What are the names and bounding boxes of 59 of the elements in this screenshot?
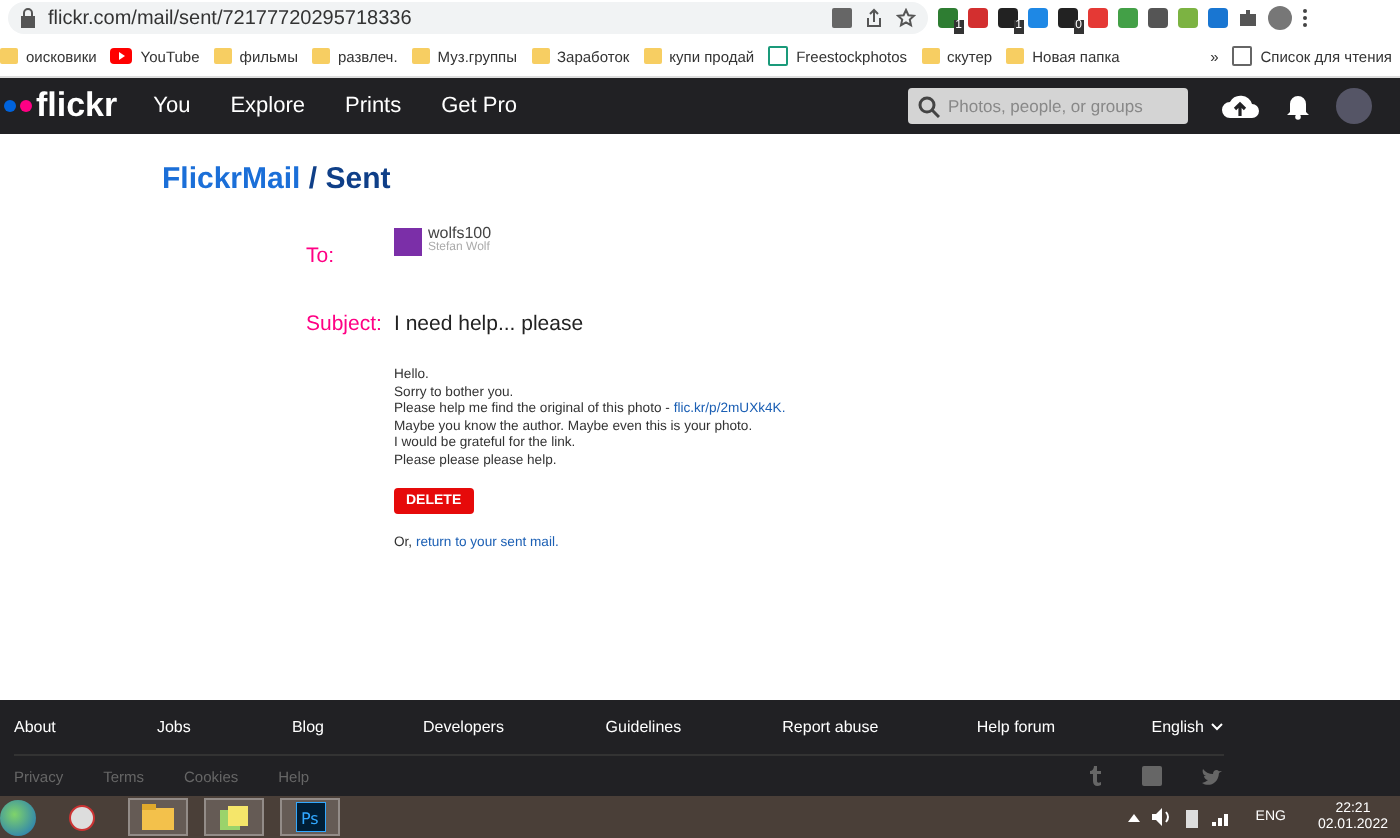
site-icon	[768, 46, 789, 66]
bell-icon[interactable]	[1286, 92, 1310, 120]
footer-link[interactable]: Guidelines	[605, 718, 783, 736]
search-field[interactable]: Photos, people, or groups	[908, 88, 1188, 124]
extension-icon[interactable]	[1088, 8, 1108, 28]
subject-label: Subject:	[306, 312, 384, 336]
menu-dots-icon[interactable]	[1302, 8, 1308, 28]
photoshop-icon[interactable]: Ps	[280, 798, 340, 836]
extension-icon[interactable]	[968, 8, 988, 28]
nav-link[interactable]: Explore	[230, 94, 305, 118]
user-avatar[interactable]	[1336, 88, 1372, 124]
tray-arrow-icon[interactable]	[1127, 813, 1140, 821]
tumblr-icon[interactable]	[1090, 766, 1102, 786]
recipient-username[interactable]: wolfs100	[428, 224, 492, 242]
folder-icon	[921, 48, 940, 64]
folder-icon	[213, 48, 232, 64]
play-icon	[110, 48, 133, 64]
start-button[interactable]	[0, 799, 36, 835]
title-separator: /	[306, 162, 320, 196]
footer-link[interactable]: Developers	[422, 718, 606, 736]
footer-link[interactable]: Report abuse	[782, 718, 977, 736]
list-icon	[1232, 46, 1253, 66]
footer-link[interactable]: Blog	[291, 718, 423, 736]
footer-link[interactable]: Help forum	[976, 718, 1152, 736]
flickr-logo[interactable]: flickr	[4, 86, 118, 126]
upload-cloud-icon[interactable]	[1220, 92, 1260, 120]
page-subtitle: Sent	[325, 162, 391, 196]
nav-link[interactable]: You	[153, 94, 191, 118]
folder-icon	[311, 48, 330, 64]
footer-link[interactable]: About	[14, 718, 157, 736]
to-label: To:	[306, 242, 337, 272]
nav-link[interactable]: Get Pro	[441, 94, 518, 118]
extension-icon[interactable]	[1118, 8, 1138, 28]
nav-link[interactable]: Prints	[345, 94, 402, 118]
language-selector[interactable]: English	[1151, 718, 1224, 736]
sticky-notes-icon[interactable]	[204, 798, 264, 836]
folder-icon	[1006, 48, 1025, 64]
footer-link[interactable]: Jobs	[156, 718, 292, 736]
url-text: flickr.com/mail/sent/72177720295718336	[48, 7, 412, 29]
folder-icon	[531, 48, 549, 64]
extension-icon[interactable]	[1028, 8, 1048, 28]
volume-icon[interactable]	[1151, 808, 1172, 826]
extension-icon[interactable]	[1148, 8, 1168, 28]
twitter-icon[interactable]	[1202, 767, 1224, 785]
star-icon[interactable]	[896, 8, 916, 28]
folder-icon	[411, 48, 430, 64]
lock-icon	[20, 8, 36, 28]
page-title[interactable]: FlickrMail	[162, 162, 301, 196]
dots-icon	[4, 100, 32, 112]
folder-icon	[643, 48, 662, 64]
extension-icon[interactable]	[1208, 8, 1228, 28]
profile-avatar[interactable]	[1268, 6, 1292, 30]
chevron-down-icon	[1210, 722, 1224, 732]
file-explorer-icon[interactable]	[128, 798, 188, 836]
share-icon[interactable]	[864, 8, 884, 28]
subject-text: I need help... please	[394, 312, 586, 336]
signal-icon[interactable]	[1211, 809, 1232, 825]
address-bar[interactable]: flickr.com/mail/sent/72177720295718336	[8, 2, 928, 34]
folder-icon	[0, 48, 18, 64]
